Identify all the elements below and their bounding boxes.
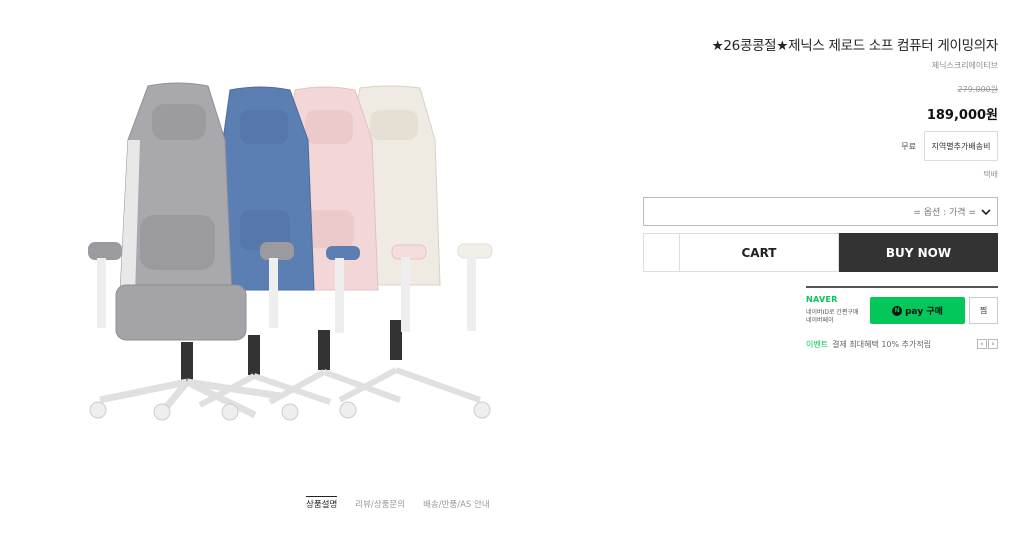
cart-button[interactable]: CART — [680, 233, 839, 272]
wishlist-button[interactable] — [643, 233, 680, 272]
naver-pay-label: pay 구매 — [905, 307, 943, 317]
regional-shipping-button[interactable]: 지역별추가배송비 — [924, 131, 998, 161]
shipping-method: 택배 — [983, 170, 998, 179]
purchase-buttons: CART BUY NOW — [643, 233, 998, 272]
buy-now-button[interactable]: BUY NOW — [839, 233, 998, 272]
detail-tabs: 상품설명 리뷰/상품문의 배송/반품/AS 안내 — [306, 496, 490, 512]
sale-price: 189,000원 — [926, 108, 998, 123]
original-price: 279,000원 — [957, 85, 998, 94]
naver-pay-icon: N — [892, 305, 903, 316]
naver-pay-area: NAVER 네이버ID로 간편구매 네이버페이 N pay 구매 찜 이벤트 결… — [806, 286, 998, 352]
product-image — [80, 80, 500, 440]
brand-name[interactable]: 제닉스크리에이티브 — [932, 60, 998, 71]
naver-logo: NAVER — [806, 295, 838, 304]
event-label: 이벤트 — [806, 339, 829, 349]
naver-subtext-2: 네이버페이 — [806, 317, 834, 324]
event-arrows: ‹ › — [977, 339, 998, 349]
shipping-fee-label: 무료 — [901, 142, 916, 151]
gaming-chairs-image — [88, 82, 493, 421]
prev-arrow-icon[interactable]: ‹ — [977, 339, 987, 349]
option-select[interactable]: = 옵션 : 가격 = — [643, 197, 998, 226]
event-text: 결제 최대혜택 10% 추가적립 — [832, 339, 932, 349]
next-arrow-icon[interactable]: › — [988, 339, 998, 349]
option-select-value: = 옵션 : 가격 = — [913, 208, 976, 218]
naver-pay-button[interactable]: N pay 구매 — [870, 297, 965, 324]
tab-description[interactable]: 상품설명 — [306, 496, 338, 512]
naver-event-row: 이벤트 결제 최대혜택 10% 추가적립 ‹ › — [806, 337, 998, 351]
zzim-button[interactable]: 찜 — [969, 297, 998, 324]
tab-shipping-info[interactable]: 배송/반품/AS 안내 — [423, 498, 490, 512]
tab-reviews[interactable]: 리뷰/상품문의 — [355, 498, 405, 512]
product-title: ★26콩콩절★제닉스 제로드 소프 컴퓨터 게이밍의자 — [711, 38, 999, 54]
chevron-down-icon — [981, 208, 991, 215]
